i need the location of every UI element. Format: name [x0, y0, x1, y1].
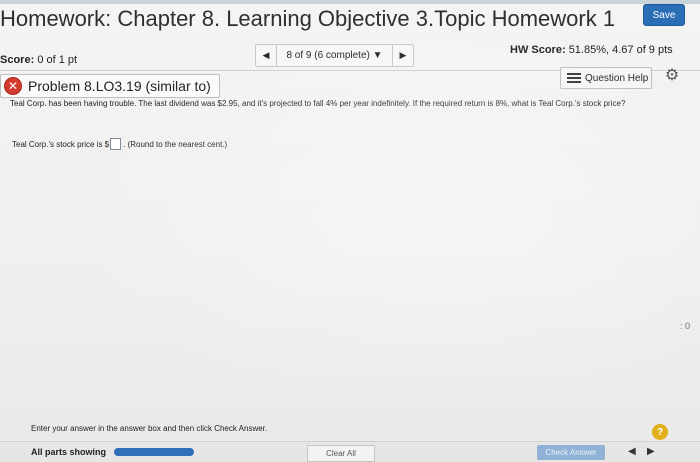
score: Score: 0 of 1 pt: [0, 54, 77, 66]
score-label: Score:: [0, 54, 35, 66]
problem-header: ✕ Problem 8.LO3.19 (similar to): [0, 74, 220, 98]
gear-icon[interactable]: ⚙: [663, 67, 681, 85]
question-help-label: Question Help: [585, 72, 649, 84]
hw-score: HW Score: 51.85%, 4.67 of 9 pts: [510, 44, 673, 56]
menu-icon: [567, 73, 581, 83]
question-selector-label: 8 of 9 (6 complete): [286, 50, 370, 61]
problem-title: Problem 8.LO3.19 (similar to): [28, 78, 211, 94]
next-arrow-icon[interactable]: ▶: [647, 446, 655, 457]
save-button[interactable]: Save: [643, 4, 685, 26]
help-icon[interactable]: ?: [652, 424, 668, 440]
instructions-text: Enter your answer in the answer box and …: [31, 424, 268, 433]
question-text: Teal Corp. has been having trouble. The …: [10, 99, 626, 108]
check-answer-button[interactable]: Check Answer: [537, 445, 605, 460]
progress-bar: [114, 448, 194, 456]
incorrect-icon: ✕: [4, 77, 22, 95]
answer-line: Teal Corp.'s stock price is $ . (Round t…: [12, 138, 227, 150]
question-selector[interactable]: 8 of 9 (6 complete) ▼: [277, 50, 392, 61]
answer-prefix: Teal Corp.'s stock price is $: [12, 139, 110, 149]
question-nav: ◀ 8 of 9 (6 complete) ▼ ▶: [255, 44, 414, 67]
answer-input[interactable]: [110, 138, 122, 150]
prev-question-icon[interactable]: ◀: [256, 50, 276, 61]
hw-score-value: 51.85%, 4.67 of 9 pts: [568, 44, 673, 56]
all-parts-label: All parts showing: [31, 447, 107, 457]
prev-arrow-icon[interactable]: ◀: [628, 446, 636, 457]
progress-fill: [114, 448, 194, 456]
chevron-down-icon: ▼: [372, 50, 383, 61]
side-mark: : 0: [680, 321, 691, 331]
clear-all-button[interactable]: Clear All: [307, 445, 375, 462]
score-value: 0 of 1 pt: [37, 54, 78, 66]
bottom-bar: All parts showing Clear All Check Answer…: [0, 441, 700, 462]
answer-suffix: . (Round to the nearest cent.): [123, 139, 228, 149]
next-question-icon[interactable]: ▶: [393, 50, 413, 61]
page-title: Homework: Chapter 8. Learning Objective …: [0, 6, 616, 31]
question-help-button[interactable]: Question Help: [560, 67, 652, 89]
hw-score-label: HW Score:: [510, 44, 566, 56]
